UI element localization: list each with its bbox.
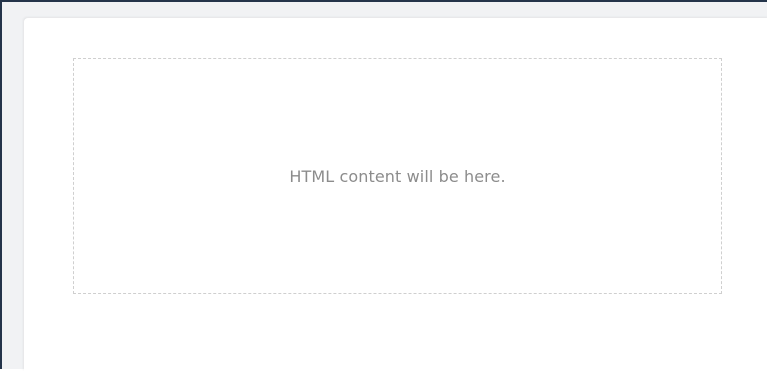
html-content-placeholder: HTML content will be here. — [73, 58, 722, 294]
window-frame: HTML content will be here. — [0, 0, 767, 371]
placeholder-text: HTML content will be here. — [289, 166, 506, 186]
content-panel: HTML content will be here. — [24, 18, 767, 371]
